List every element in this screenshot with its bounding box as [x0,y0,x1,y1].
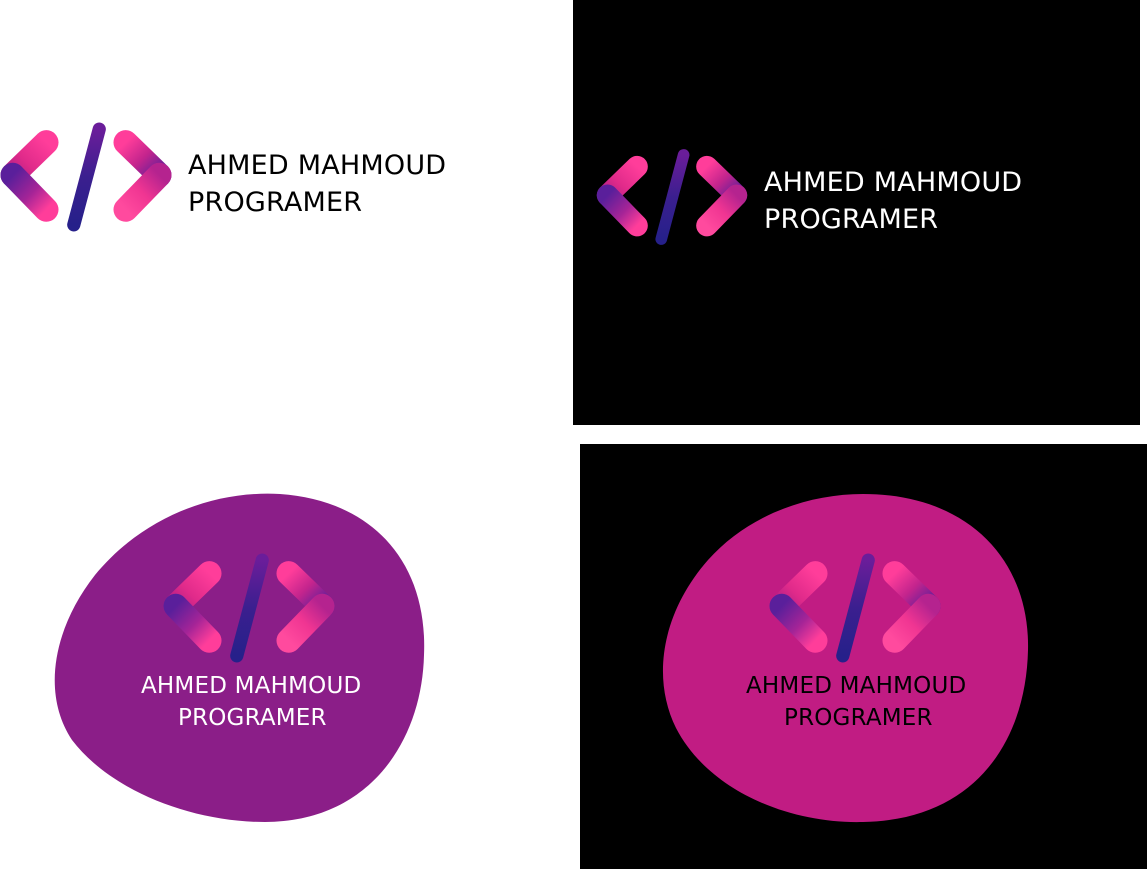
brand-name-line1: AHMED MAHMOUD [141,673,362,699]
brand-name-line2: PROGRAMER [178,705,327,731]
brand-name-line2: PROGRAMER [764,204,939,235]
code-brackets-logo-icon [161,551,337,665]
code-brackets-logo-icon [0,120,174,234]
brand-name-line2: PROGRAMER [188,187,363,218]
brand-name-line1: AHMED MAHMOUD [764,167,1023,198]
brand-name-line1: AHMED MAHMOUD [188,150,447,181]
code-brackets-logo-icon [595,146,749,248]
logo-variant-black-panel: AHMED MAHMOUD PROGRAMER [573,0,1140,425]
logo-variant-pink-blob-panel: AHMED MAHMOUD PROGRAMER [580,444,1147,869]
code-brackets-logo-icon [767,551,943,665]
brand-name-line2: PROGRAMER [784,705,933,731]
brand-name-line1: AHMED MAHMOUD [746,673,967,699]
